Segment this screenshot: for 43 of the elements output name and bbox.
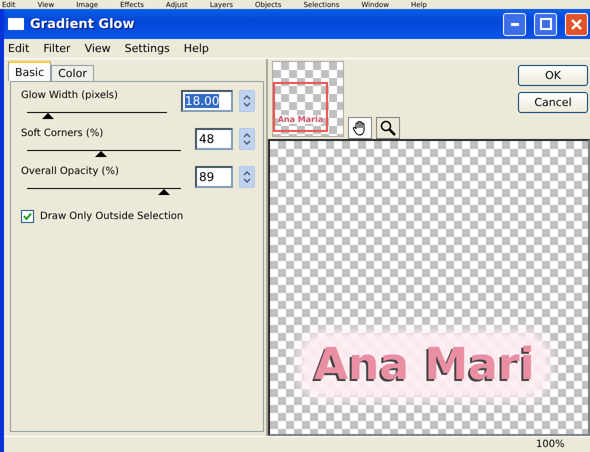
spin-arrows-icon	[243, 170, 251, 184]
menu-item[interactable]: Filter	[43, 42, 71, 55]
number-field[interactable]: 89	[195, 166, 233, 188]
checkbox[interactable]	[21, 210, 34, 223]
menu-item[interactable]: View	[84, 42, 111, 55]
spin-button[interactable]	[239, 90, 255, 112]
thumbnail-preview[interactable]: Ana Maria	[272, 61, 344, 137]
check-icon	[23, 212, 32, 221]
cancel-button[interactable]: Cancel	[518, 92, 588, 113]
tab[interactable]: Color	[51, 65, 94, 81]
window-title: Gradient Glow	[30, 16, 136, 32]
slider-thumb[interactable]	[158, 189, 170, 195]
glow-text-artwork: Ana Mari	[304, 336, 545, 394]
slider-thumb[interactable]	[42, 113, 54, 119]
number-field[interactable]: 48	[195, 128, 233, 150]
menu-item[interactable]: Edit	[8, 42, 30, 55]
slider-thumb[interactable]	[94, 151, 107, 157]
minimize-icon	[510, 22, 518, 26]
pan-tool-button[interactable]	[348, 117, 372, 139]
checkbox-label: Draw Only Outside Selection	[40, 211, 184, 222]
slider-label: Glow Width (pixels)	[21, 90, 119, 101]
menu-item[interactable]: Help	[184, 42, 209, 55]
spin-button[interactable]	[239, 128, 255, 150]
zoom-level: 100%	[536, 439, 565, 450]
slider-label: Overall Opacity (%)	[21, 166, 120, 177]
menu-item[interactable]: Settings	[124, 42, 170, 55]
close-button[interactable]	[565, 12, 588, 36]
zoom-tool-button[interactable]	[376, 117, 400, 139]
maximize-icon	[540, 18, 552, 30]
maximize-button[interactable]	[534, 12, 557, 36]
close-icon	[571, 18, 582, 30]
minimize-button[interactable]	[503, 12, 526, 36]
number-field[interactable]: 18.00	[181, 90, 233, 112]
viewport-frame[interactable]: Ana Maria	[273, 82, 328, 132]
spin-button[interactable]	[239, 166, 255, 188]
slider-label: Soft Corners (%)	[21, 128, 104, 139]
spin-arrows-icon	[243, 132, 251, 146]
window-icon	[8, 18, 24, 30]
thumbnail-text: Ana Maria	[278, 115, 324, 124]
ok-button[interactable]: OK	[518, 65, 588, 86]
search-icon	[380, 120, 396, 136]
spin-arrows-icon	[243, 94, 251, 108]
tab[interactable]: Basic	[8, 61, 52, 81]
